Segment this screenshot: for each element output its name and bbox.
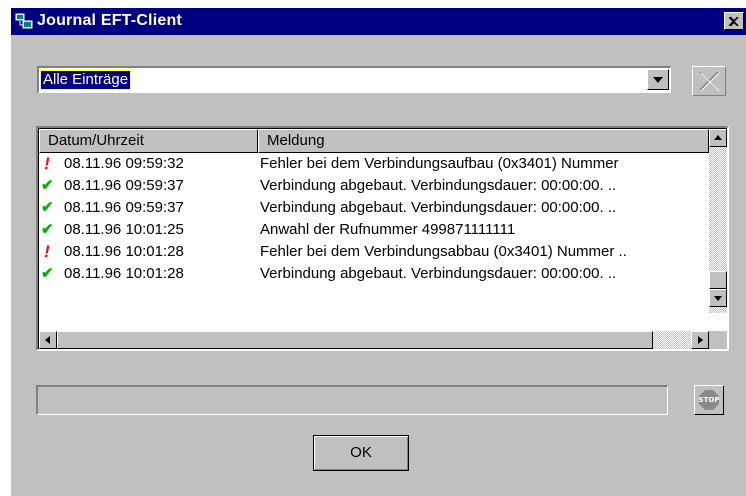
checkmark-icon: ✔	[41, 199, 54, 216]
entry-datetime: 08.11.96 09:59:37	[64, 177, 184, 194]
arrow-right-icon	[698, 336, 703, 344]
entry-message: Verbindung abgebaut. Verbindungsdauer: 0…	[260, 265, 617, 282]
vertical-scrollbar[interactable]	[709, 129, 727, 313]
horizontal-scroll-thumb[interactable]	[57, 331, 653, 349]
checkmark-icon: ✔	[41, 265, 54, 282]
scrollbar-corner	[709, 331, 727, 349]
checkmark-icon: ✔	[41, 221, 54, 238]
scroll-left-button[interactable]	[39, 331, 57, 349]
close-icon	[729, 16, 739, 26]
list-item[interactable]: ✔ 08.11.96 10:01:25 Anwahl der Rufnummer…	[39, 219, 703, 241]
column-header-datetime[interactable]: Datum/Uhrzeit	[39, 129, 258, 153]
list-item[interactable]: ✔ 08.11.96 09:59:37 Verbindung abgebaut.…	[39, 175, 703, 197]
list-item[interactable]: ! 08.11.96 10:01:28 Fehler bei dem Verbi…	[39, 241, 703, 263]
horizontal-scrollbar[interactable]	[39, 331, 709, 349]
stop-button[interactable]: STOP	[694, 385, 724, 415]
journal-window: Journal EFT-Client Alle Einträge Datum/U…	[11, 8, 746, 496]
scroll-down-button[interactable]	[709, 289, 727, 307]
ok-button[interactable]: OK	[313, 435, 409, 471]
entry-datetime: 08.11.96 10:01:25	[64, 221, 184, 238]
window-title: Journal EFT-Client	[37, 12, 182, 29]
stop-sign-icon: STOP	[699, 390, 719, 410]
entry-datetime: 08.11.96 10:01:28	[64, 265, 184, 282]
delete-x-icon	[699, 71, 720, 92]
entry-message: Verbindung abgebaut. Verbindungsdauer: 0…	[260, 177, 617, 194]
arrow-down-icon	[714, 296, 722, 301]
list-rows: ! 08.11.96 09:59:32 Fehler bei dem Verbi…	[39, 153, 703, 285]
title-bar[interactable]: Journal EFT-Client	[11, 8, 746, 35]
chevron-down-icon	[653, 77, 663, 83]
dropdown-arrow-button[interactable]	[647, 69, 669, 90]
entry-datetime: 08.11.96 10:01:28	[64, 243, 184, 260]
filter-dropdown[interactable]: Alle Einträge	[37, 66, 671, 93]
entry-message: Verbindung abgebaut. Verbindungsdauer: 0…	[260, 199, 617, 216]
column-header-message[interactable]: Meldung	[258, 129, 709, 153]
progress-bar	[36, 385, 668, 415]
delete-button[interactable]	[692, 66, 726, 96]
entry-message: Anwahl der Rufnummer 499871111111	[260, 221, 516, 238]
entry-datetime: 08.11.96 09:59:37	[64, 199, 184, 216]
list-item[interactable]: ✔ 08.11.96 10:01:28 Verbindung abgebaut.…	[39, 263, 703, 285]
list-frame: Datum/Uhrzeit Meldung ! 08.11.96 09:59:3…	[38, 128, 727, 349]
arrow-left-icon	[45, 336, 50, 344]
filter-selected-value: Alle Einträge	[39, 70, 132, 90]
entry-message: Fehler bei dem Verbindungsabbau (0x3401)…	[260, 243, 627, 260]
journal-list[interactable]: Datum/Uhrzeit Meldung ! 08.11.96 09:59:3…	[36, 126, 729, 351]
error-icon: !	[44, 154, 50, 173]
arrow-up-icon	[714, 135, 722, 140]
scroll-thumb[interactable]	[709, 271, 727, 289]
checkmark-icon: ✔	[41, 177, 54, 194]
list-item[interactable]: ! 08.11.96 09:59:32 Fehler bei dem Verbi…	[39, 153, 703, 175]
network-computers-icon	[15, 13, 33, 29]
entry-message: Fehler bei dem Verbindungsaufbau (0x3401…	[260, 155, 619, 172]
list-item[interactable]: ✔ 08.11.96 09:59:37 Verbindung abgebaut.…	[39, 197, 703, 219]
entry-datetime: 08.11.96 09:59:32	[64, 155, 184, 172]
close-button[interactable]	[724, 12, 744, 30]
scroll-up-button[interactable]	[709, 129, 727, 147]
error-icon: !	[44, 242, 50, 261]
scroll-right-button[interactable]	[691, 331, 709, 349]
